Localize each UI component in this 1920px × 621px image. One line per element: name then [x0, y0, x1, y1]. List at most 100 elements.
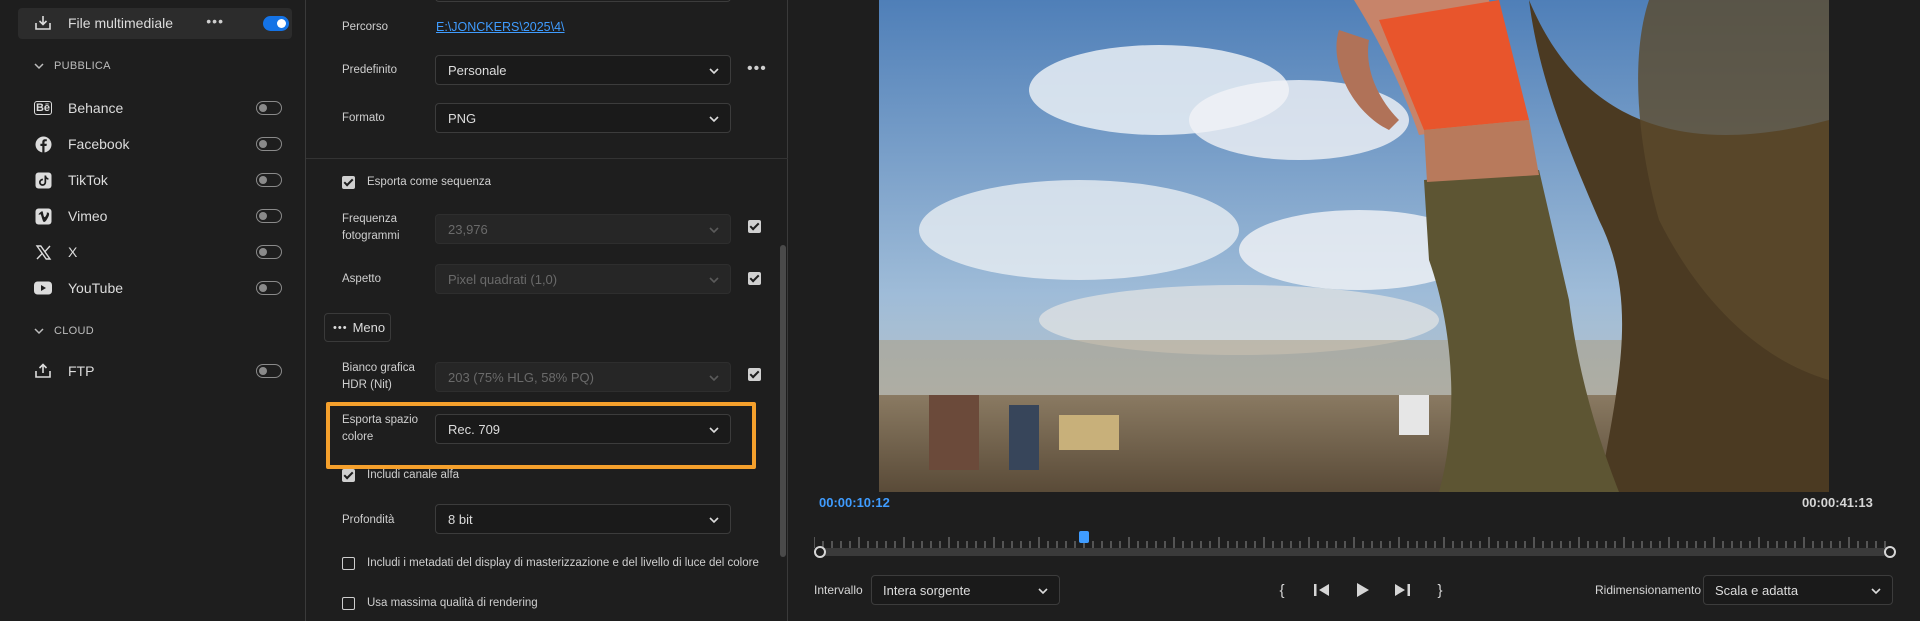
- hdr-white-label-line1: Bianco grafica: [342, 362, 415, 374]
- step-back-button[interactable]: [1311, 579, 1333, 601]
- max-quality-checkbox[interactable]: [342, 597, 355, 610]
- format-value: PNG: [448, 110, 477, 126]
- publish-section-header[interactable]: PUBBLICA: [34, 60, 111, 72]
- range-label: Intervallo: [814, 583, 863, 597]
- upload-icon: [32, 360, 54, 382]
- sidebar-item-behance[interactable]: Bē Behance: [32, 96, 282, 120]
- cloud-section-header[interactable]: CLOUD: [34, 325, 94, 337]
- mark-out-button[interactable]: }: [1431, 579, 1449, 601]
- behance-toggle[interactable]: [256, 101, 282, 115]
- metadata-checkbox[interactable]: [342, 557, 355, 570]
- vimeo-toggle[interactable]: [256, 209, 282, 223]
- sidebar-item-ftp[interactable]: FTP: [32, 359, 282, 383]
- alpha-channel-label: Includi canale alfa: [367, 469, 460, 481]
- media-file-label: File multimediale: [68, 15, 174, 31]
- path-label: Percorso: [342, 21, 389, 33]
- preset-label: Predefinito: [342, 64, 397, 76]
- youtube-toggle[interactable]: [256, 281, 282, 295]
- hdr-white-value: 203 (75% HLG, 58% PQ): [448, 369, 594, 385]
- sidebar-item-label: YouTube: [68, 280, 124, 296]
- section-divider: [306, 158, 788, 159]
- step-forward-button[interactable]: [1391, 579, 1413, 601]
- highlight-box: [326, 402, 756, 469]
- sidebar-item-x[interactable]: X: [32, 240, 282, 264]
- download-icon: [32, 12, 54, 34]
- chevron-down-icon: [34, 328, 44, 335]
- timeline-track[interactable]: [819, 548, 1887, 556]
- hdr-white-dropdown[interactable]: 203 (75% HLG, 58% PQ): [435, 362, 731, 392]
- vimeo-icon: [32, 205, 54, 227]
- youtube-icon: [32, 277, 54, 299]
- tiktok-icon: [32, 169, 54, 191]
- depth-label: Profondità: [342, 514, 395, 526]
- format-dropdown[interactable]: PNG: [435, 103, 731, 133]
- facebook-icon: [32, 133, 54, 155]
- media-file-toggle[interactable]: [263, 16, 289, 31]
- sidebar-item-label: FTP: [68, 363, 95, 379]
- sidebar-item-youtube[interactable]: YouTube: [32, 276, 282, 300]
- aspect-value: Pixel quadrati (1,0): [448, 271, 558, 287]
- export-sequence-checkbox[interactable]: [342, 176, 355, 189]
- playhead[interactable]: [1079, 531, 1089, 543]
- aspect-label: Aspetto: [342, 273, 381, 285]
- frame-rate-match-checkbox[interactable]: [748, 220, 761, 233]
- destinations-sidebar: File multimediale ••• PUBBLICA Bē Behanc…: [0, 0, 306, 621]
- play-button[interactable]: [1351, 579, 1373, 601]
- preset-value: Personale: [448, 62, 507, 78]
- frame-rate-value: 23,976: [448, 221, 488, 237]
- hdr-white-match-checkbox[interactable]: [748, 368, 761, 381]
- more-icon: •••: [333, 321, 348, 334]
- frame-rate-label-line2: fotogrammi: [342, 230, 400, 242]
- depth-dropdown[interactable]: 8 bit: [435, 504, 731, 534]
- x-toggle[interactable]: [256, 245, 282, 259]
- sidebar-item-tiktok[interactable]: TikTok: [32, 168, 282, 192]
- less-button-label: Meno: [352, 320, 386, 335]
- chevron-down-icon: [709, 277, 719, 284]
- x-icon: [32, 241, 54, 263]
- out-point-handle[interactable]: [1884, 546, 1896, 558]
- export-sequence-label: Esporta come sequenza: [367, 176, 492, 188]
- preset-more-icon[interactable]: •••: [747, 60, 767, 78]
- alpha-channel-checkbox[interactable]: [342, 469, 355, 482]
- aspect-match-checkbox[interactable]: [748, 272, 761, 285]
- format-label: Formato: [342, 112, 385, 124]
- path-link[interactable]: E:\JONCKERS\2025\4\: [436, 20, 565, 34]
- depth-value: 8 bit: [448, 511, 473, 527]
- mark-in-button[interactable]: {: [1273, 579, 1291, 601]
- current-time: 00:00:10:12: [819, 495, 890, 510]
- frame-rate-label: Frequenza fotogrammi: [342, 211, 400, 245]
- max-quality-label: Usa massima qualità di rendering: [367, 597, 538, 609]
- chevron-down-icon: [1871, 588, 1881, 595]
- sidebar-item-facebook[interactable]: Facebook: [32, 132, 282, 156]
- chevron-down-icon: [709, 68, 719, 75]
- chevron-down-icon: [34, 63, 44, 70]
- frame-rate-dropdown[interactable]: 23,976: [435, 214, 731, 244]
- range-dropdown[interactable]: Intera sorgente: [871, 575, 1060, 605]
- more-options-icon[interactable]: •••: [206, 13, 224, 29]
- scale-dropdown[interactable]: Scala e adatta: [1703, 575, 1893, 605]
- chevron-down-icon: [709, 375, 719, 382]
- facebook-toggle[interactable]: [256, 137, 282, 151]
- chevron-down-icon: [709, 227, 719, 234]
- metadata-label: Includi i metadati del display di master…: [367, 557, 759, 569]
- media-file-row[interactable]: File multimediale •••: [32, 11, 282, 35]
- sidebar-item-label: Vimeo: [68, 208, 108, 224]
- video-preview-image: [879, 0, 1829, 492]
- play-icon: [1357, 583, 1369, 597]
- scale-value: Scala e adatta: [1715, 582, 1799, 598]
- preset-dropdown[interactable]: Personale: [435, 55, 731, 85]
- video-frame: [879, 0, 1829, 492]
- tiktok-toggle[interactable]: [256, 173, 282, 187]
- frame-rate-label-line1: Frequenza: [342, 213, 397, 225]
- sidebar-item-label: TikTok: [68, 172, 108, 188]
- aspect-dropdown[interactable]: Pixel quadrati (1,0): [435, 264, 731, 294]
- scale-label: Ridimensionamento: [1595, 583, 1702, 597]
- in-point-handle[interactable]: [814, 546, 826, 558]
- scrollbar[interactable]: [780, 245, 786, 557]
- behance-icon: Bē: [33, 101, 53, 115]
- sidebar-item-vimeo[interactable]: Vimeo: [32, 204, 282, 228]
- chevron-down-icon: [1038, 588, 1048, 595]
- chevron-down-icon: [709, 517, 719, 524]
- ftp-toggle[interactable]: [256, 364, 282, 378]
- less-button[interactable]: ••• Meno: [324, 313, 391, 342]
